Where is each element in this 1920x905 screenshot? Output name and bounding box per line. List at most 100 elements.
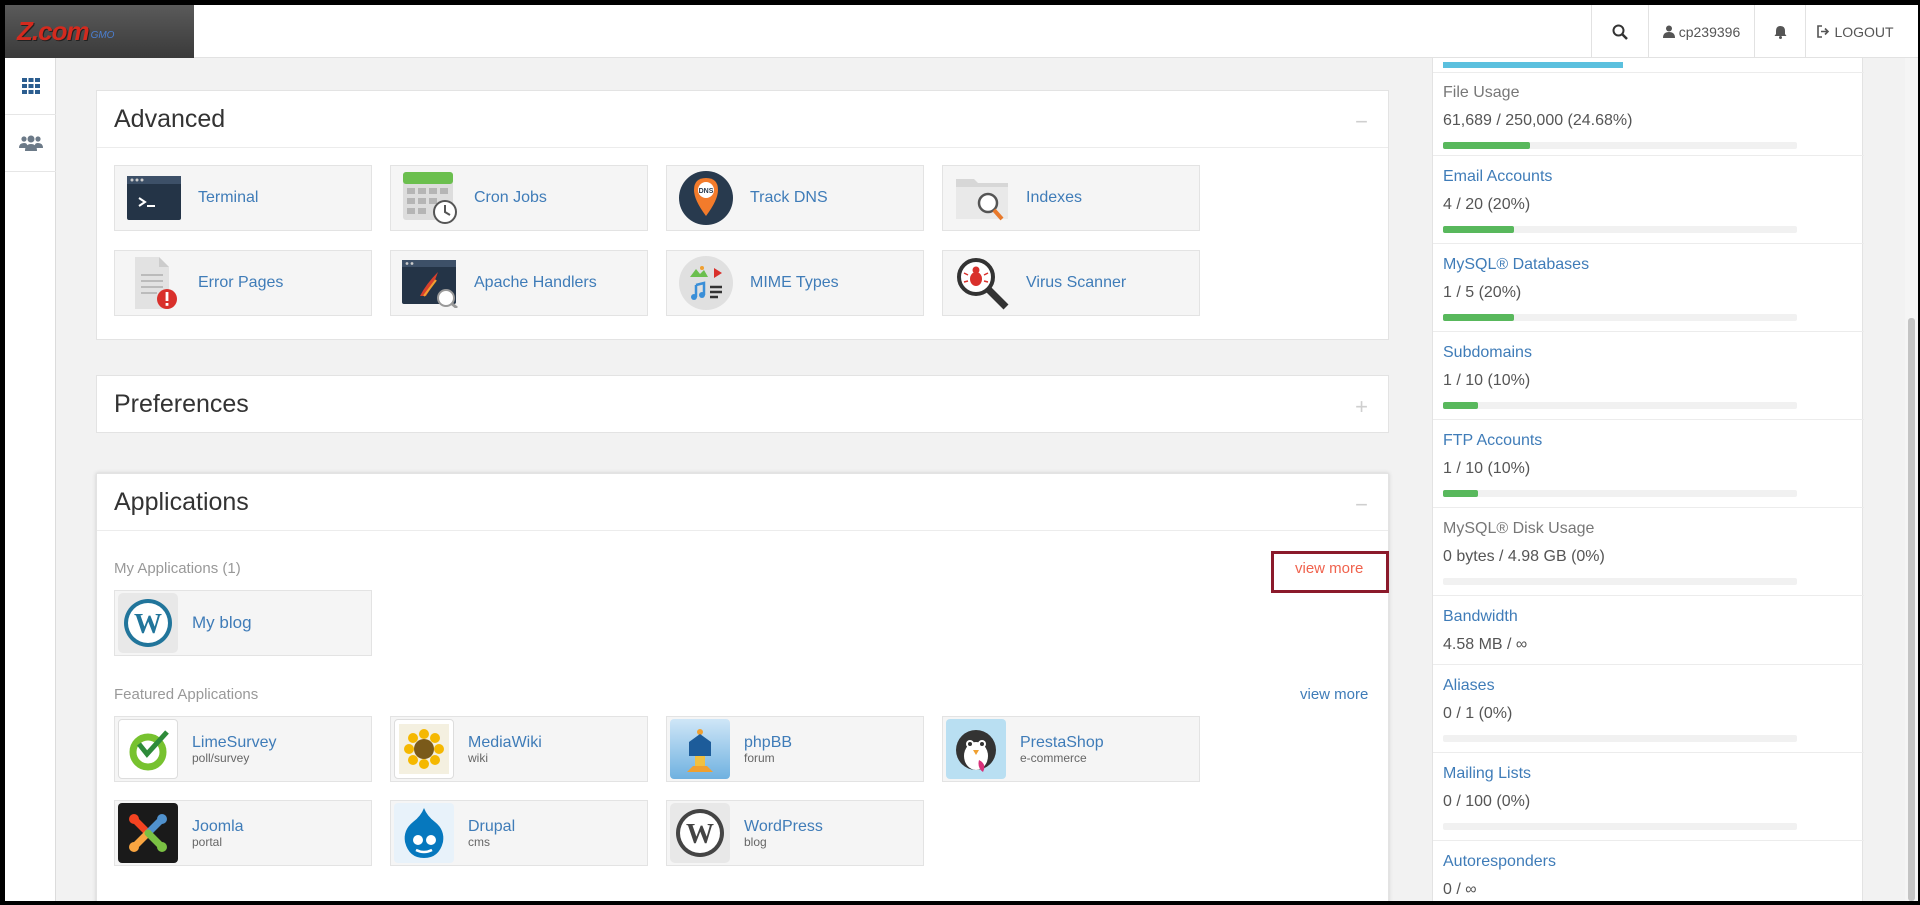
logout-button[interactable]: LOGOUT xyxy=(1805,5,1905,58)
featured-joomla[interactable]: Joomla portal xyxy=(114,800,372,866)
rail-item-users[interactable] xyxy=(5,115,56,172)
featured-drupal[interactable]: Drupal cms xyxy=(390,800,648,866)
stat-value: 4 / 20 (20%) xyxy=(1443,196,1531,213)
tool-label: Track DNS xyxy=(750,189,828,206)
app-desc: blog xyxy=(744,834,767,849)
tool-track-dns[interactable]: DNS Track DNS xyxy=(666,165,924,231)
usage-bar-fill xyxy=(1443,226,1514,233)
applications-header[interactable]: Applications − xyxy=(97,474,1388,531)
tool-label: Apache Handlers xyxy=(474,274,597,291)
stat-title[interactable]: Aliases xyxy=(1443,677,1495,695)
usage-bar-fill xyxy=(1443,490,1479,497)
tool-terminal[interactable]: Terminal xyxy=(114,165,372,231)
dns-pin-icon: DNS xyxy=(678,170,734,226)
brand-sub: GMO xyxy=(90,30,115,41)
stat-title[interactable]: Autoresponders xyxy=(1443,853,1556,871)
featured-prestashop[interactable]: PrestaShop e-commerce xyxy=(942,716,1200,782)
usage-bar xyxy=(1443,823,1797,830)
stat-value: 0 / ∞ xyxy=(1443,881,1477,898)
stat-title[interactable]: Email Accounts xyxy=(1443,168,1552,186)
stat-title: File Usage xyxy=(1443,84,1520,101)
usage-bar xyxy=(1443,578,1797,585)
brand-logo[interactable]: Z.com GMO xyxy=(5,5,194,58)
tool-label: Terminal xyxy=(198,189,259,206)
app-text: phpBB forum xyxy=(744,733,793,765)
logout-icon xyxy=(1817,25,1830,38)
stat-item: Bandwidth 4.58 MB / ∞ xyxy=(1433,596,1864,665)
user-icon xyxy=(1662,25,1675,38)
stat-value: 1 / 10 (10%) xyxy=(1443,460,1531,477)
stat-title[interactable]: Bandwidth xyxy=(1443,608,1518,626)
app-name: Joomla xyxy=(192,817,244,835)
stat-item: File Usage 61,689 / 250,000 (24.68%) xyxy=(1433,72,1864,156)
stat-title: MySQL® Disk Usage xyxy=(1443,520,1595,537)
stat-item: Subdomains 1 / 10 (10%) xyxy=(1433,332,1864,420)
featured-mediawiki[interactable]: MediaWiki wiki xyxy=(390,716,648,782)
folder-search-icon xyxy=(954,170,1010,226)
collapse-icon[interactable]: − xyxy=(1355,109,1368,135)
usage-bar xyxy=(1443,314,1797,321)
search-button[interactable] xyxy=(1591,5,1648,58)
panel-title: Applications xyxy=(114,487,249,516)
usage-bar-fill xyxy=(1443,402,1479,409)
rail-item-home[interactable] xyxy=(5,58,56,115)
bug-magnifier-icon xyxy=(954,255,1010,311)
expand-icon[interactable]: + xyxy=(1355,394,1368,420)
stat-title[interactable]: Mailing Lists xyxy=(1443,765,1531,783)
stat-value: 61,689 / 250,000 (24.68%) xyxy=(1443,112,1633,129)
my-app-my-blog[interactable]: W My blog xyxy=(114,590,372,656)
featured-wordpress[interactable]: W WordPress blog xyxy=(666,800,924,866)
stat-item: Aliases 0 / 1 (0%) xyxy=(1433,665,1864,753)
tool-error-pages[interactable]: Error Pages xyxy=(114,250,372,316)
app-text: LimeSurvey poll/survey xyxy=(192,733,277,765)
app-name: phpBB xyxy=(744,733,793,751)
app-text: MediaWiki wiki xyxy=(468,734,542,765)
collapse-icon[interactable]: − xyxy=(1355,492,1368,518)
left-rail xyxy=(5,58,56,901)
svg-text:DNS: DNS xyxy=(699,188,714,195)
my-apps-view-more-link[interactable]: view more xyxy=(1295,560,1363,577)
app-name: WordPress xyxy=(744,817,823,835)
stat-title[interactable]: FTP Accounts xyxy=(1443,432,1542,450)
tool-apache-handlers[interactable]: Apache Handlers xyxy=(390,250,648,316)
usage-bar-top xyxy=(1443,62,1623,68)
stat-value: 0 / 100 (0%) xyxy=(1443,793,1531,810)
tool-virus-scanner[interactable]: Virus Scanner xyxy=(942,250,1200,316)
featured-limesurvey[interactable]: LimeSurvey poll/survey xyxy=(114,716,372,782)
my-applications-label: My Applications (1) xyxy=(114,560,241,577)
tool-cron-jobs[interactable]: Cron Jobs xyxy=(390,165,648,231)
stat-title[interactable]: MySQL® Databases xyxy=(1443,256,1589,274)
scrollbar[interactable] xyxy=(1905,58,1918,901)
advanced-header[interactable]: Advanced − xyxy=(97,91,1388,148)
stat-value: 0 bytes / 4.98 GB (0%) xyxy=(1443,548,1605,565)
stat-item: Mailing Lists 0 / 100 (0%) xyxy=(1433,753,1864,841)
stat-item: Email Accounts 4 / 20 (20%) xyxy=(1433,156,1864,244)
scrollbar-thumb[interactable] xyxy=(1908,318,1915,901)
username: cp239396 xyxy=(1678,23,1741,40)
stat-item: MySQL® Databases 1 / 5 (20%) xyxy=(1433,244,1864,332)
stats-sidebar: File Usage 61,689 / 250,000 (24.68%) Email… xyxy=(1432,58,1864,901)
app-text: Drupal cms xyxy=(468,818,515,848)
app-desc: poll/survey xyxy=(192,750,250,765)
app-desc: wiki xyxy=(468,750,488,765)
app-desc: portal xyxy=(192,834,223,849)
user-menu[interactable]: cp239396 xyxy=(1648,5,1754,58)
tool-label: MIME Types xyxy=(750,274,839,291)
app-desc: forum xyxy=(744,750,775,765)
featured-phpbb[interactable]: phpBB forum xyxy=(666,716,924,782)
usage-bar-fill xyxy=(1443,314,1514,321)
bell-icon xyxy=(1774,25,1786,39)
notifications-button[interactable] xyxy=(1754,5,1805,58)
stat-title[interactable]: Subdomains xyxy=(1443,344,1532,362)
preferences-header[interactable]: Preferences + xyxy=(97,376,1388,433)
calendar-clock-icon xyxy=(402,170,458,226)
tool-mime-types[interactable]: MIME Types xyxy=(666,250,924,316)
panel-title: Preferences xyxy=(114,390,249,418)
brand-name: Z.com xyxy=(17,16,90,46)
usage-bar xyxy=(1443,226,1797,233)
tool-indexes[interactable]: Indexes xyxy=(942,165,1200,231)
app-text: WordPress blog xyxy=(744,817,823,849)
featured-view-more-link[interactable]: view more xyxy=(1300,686,1368,703)
tool-label: Indexes xyxy=(1026,189,1083,206)
app-name: LimeSurvey xyxy=(192,733,277,751)
